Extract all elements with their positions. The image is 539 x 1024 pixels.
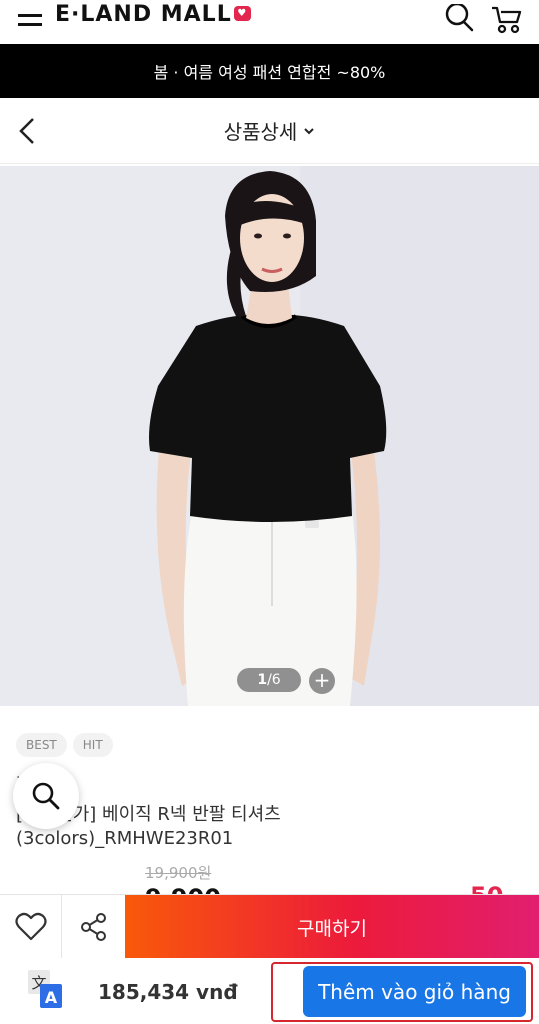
translate-icon[interactable]: 文 A	[28, 970, 64, 1010]
promo-text: 봄 · 여름 여성 패션 연합전 ~80%	[153, 63, 386, 82]
add-to-cart-label: Thêm vào giỏ hàng	[318, 979, 511, 1004]
product-image[interactable]	[0, 166, 539, 706]
badge-list: BEST HIT	[16, 733, 113, 757]
logo-heart-icon: ♥	[233, 6, 251, 21]
product-title-line2: (3colors)_RMHWE23R01	[16, 828, 234, 849]
page-title[interactable]: 상품상세	[0, 116, 539, 145]
top-header: E·LAND MALL ♥	[0, 0, 539, 44]
image-pager: 1/6	[237, 668, 301, 692]
image-expand-button[interactable]: +	[309, 668, 335, 694]
buy-now-label: 구매하기	[297, 917, 367, 940]
add-to-cart-button[interactable]: Thêm vào giỏ hàng	[303, 966, 526, 1017]
product-detail-header: 상품상세	[0, 98, 539, 164]
floating-search-button[interactable]	[13, 763, 79, 829]
svg-text:A: A	[45, 988, 58, 1007]
cart-icon[interactable]	[490, 4, 522, 34]
bottom-action-bar: 구매하기	[0, 894, 539, 959]
share-icon	[80, 913, 106, 941]
heart-icon	[14, 912, 47, 941]
hamburger-icon[interactable]	[18, 8, 44, 28]
pager-current: 1	[257, 672, 268, 688]
promo-banner[interactable]: 봄 · 여름 여성 패션 연합전 ~80%	[0, 44, 539, 98]
buy-now-button[interactable]: 구매하기	[125, 895, 539, 959]
badge-best: BEST	[16, 733, 67, 757]
original-price: 19,900원	[145, 864, 212, 882]
search-icon[interactable]	[444, 4, 474, 34]
wishlist-button[interactable]	[0, 895, 62, 959]
chevron-down-icon	[304, 128, 315, 135]
badge-hit: HIT	[72, 733, 113, 757]
page-title-text: 상품상세	[223, 120, 298, 144]
logo-text: E·LAND MALL	[55, 2, 232, 27]
converted-price: 185,434 vnđ	[98, 980, 238, 1004]
app-root: E·LAND MALL♥ 봄 · 여름 여성 패션 연합전 ~80% 상품상세	[0, 0, 539, 1024]
pager-total: /6	[267, 672, 281, 688]
brand-logo[interactable]: E·LAND MALL ♥	[55, 2, 251, 27]
zoom-search-icon	[32, 782, 60, 810]
share-button[interactable]	[62, 895, 125, 959]
product-photo-illustration	[0, 166, 539, 706]
